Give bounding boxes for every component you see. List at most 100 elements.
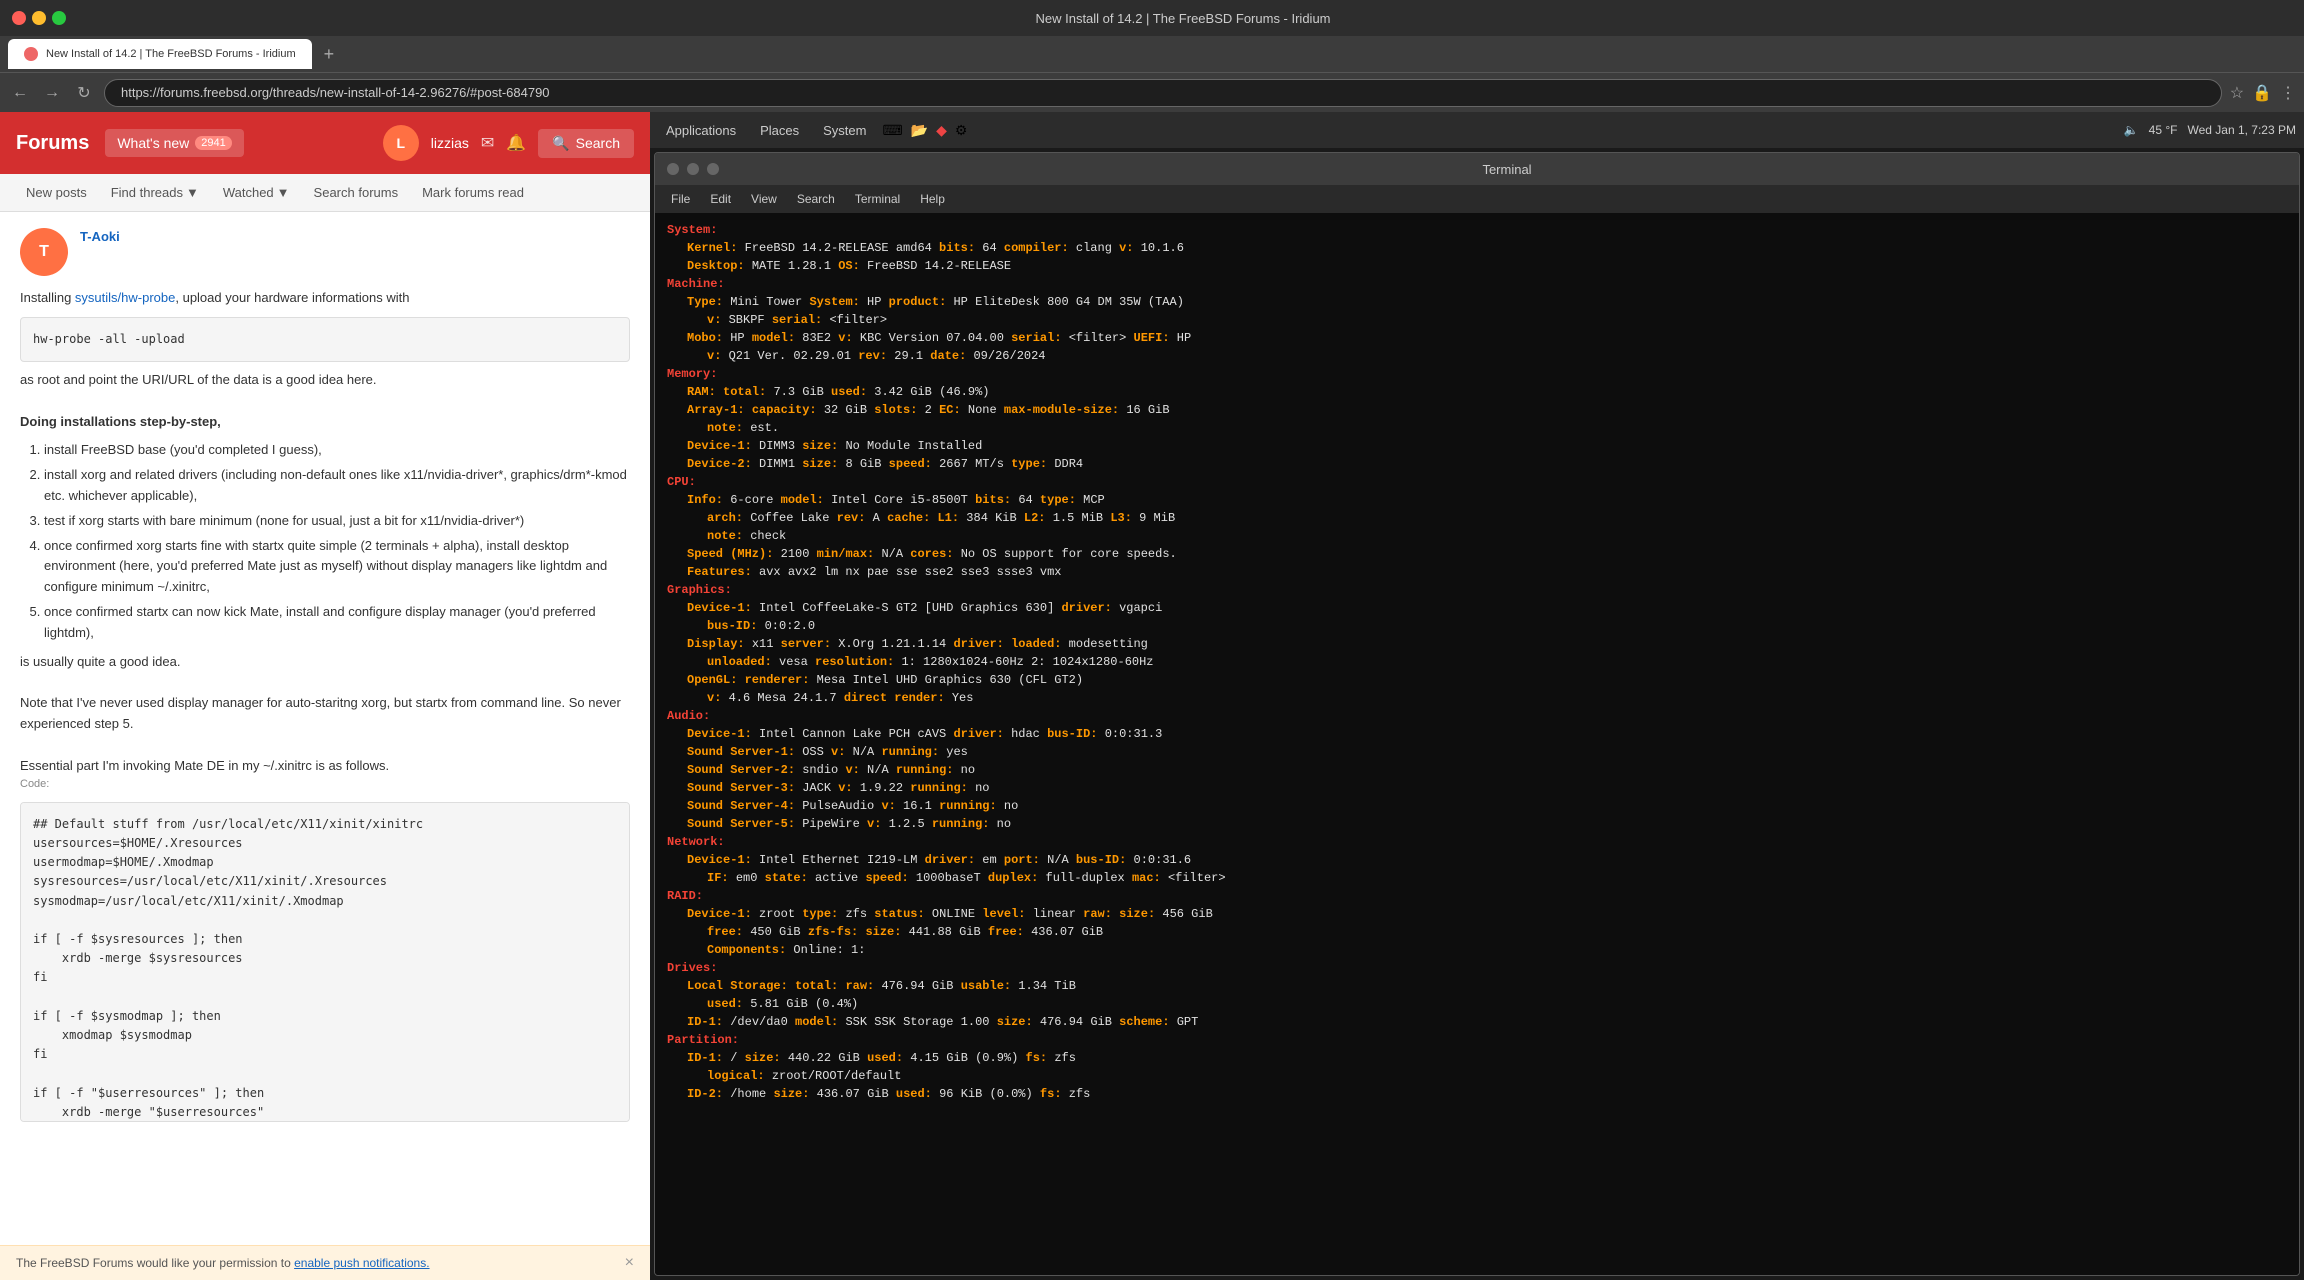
watched-label: Watched <box>223 185 274 200</box>
terminal-taskbar-icon[interactable]: ⌨ <box>882 122 902 139</box>
watched-chevron: ▼ <box>277 185 290 200</box>
address-input[interactable] <box>104 79 2222 107</box>
term-p2: ID-2: /home size: 436.07 GiB used: 96 Ki… <box>667 1085 2287 1103</box>
applications-menu[interactable]: Applications <box>658 119 744 142</box>
term-min-btn[interactable] <box>687 163 699 175</box>
maximize-window-button[interactable] <box>52 11 66 25</box>
tab-bar: New Install of 14.2 | The FreeBSD Forums… <box>0 36 2304 72</box>
term-cpu-info: Info: 6-core model: Intel Core i5-8500T … <box>667 491 2287 509</box>
terminal-window: Terminal File Edit View Search Terminal … <box>654 152 2300 1276</box>
code-label: Code: <box>20 776 630 794</box>
post-text-1: as root and point the URI/URL of the dat… <box>20 370 630 391</box>
term-adevice1: Device-1: Intel Cannon Lake PCH cAVS dri… <box>667 725 2287 743</box>
temperature-display: 45 °F <box>2149 123 2178 137</box>
search-forums-link[interactable]: Search forums <box>304 177 409 208</box>
term-cpu-speed: Speed (MHz): 2100 min/max: N/A cores: No… <box>667 545 2287 563</box>
shield-icon[interactable]: 🔒 <box>2252 83 2272 103</box>
step-1: install FreeBSD base (you'd completed I … <box>44 440 630 461</box>
hw-probe-link[interactable]: sysutils/hw-probe <box>75 290 175 305</box>
whats-new-label: What's new <box>117 135 189 151</box>
notification-close-button[interactable]: × <box>625 1254 634 1272</box>
code-content: ## Default stuff from /usr/local/etc/X11… <box>33 815 617 1122</box>
whats-new-badge: 2941 <box>195 136 231 150</box>
watched-dropdown[interactable]: Watched ▼ <box>213 177 300 208</box>
term-cpu-note: note: check <box>667 527 2287 545</box>
term-close-btn[interactable] <box>667 163 679 175</box>
term-serial-v: v: SBKPF serial: <filter> <box>667 311 2287 329</box>
term-menu-edit[interactable]: Edit <box>702 188 739 210</box>
code-block[interactable]: ## Default stuff from /usr/local/etc/X11… <box>20 802 630 1122</box>
forum-panel: Forums What's new 2941 L lizzias ✉ 🔔 🔍 S… <box>0 112 650 1280</box>
step-3: test if xorg starts with bare minimum (n… <box>44 511 630 532</box>
new-tab-button[interactable]: + <box>316 44 343 65</box>
term-opengl: OpenGL: renderer: Mesa Intel UHD Graphic… <box>667 671 2287 689</box>
post-username[interactable]: T-Aoki <box>80 229 120 244</box>
whats-new-button[interactable]: What's new 2941 <box>105 129 243 157</box>
term-sound3: Sound Server-3: JACK v: 1.9.22 running: … <box>667 779 2287 797</box>
post-para-1: is usually quite a good idea. <box>20 652 630 673</box>
term-sound5: Sound Server-5: PipeWire v: 1.2.5 runnin… <box>667 815 2287 833</box>
term-drives-label: Drives: <box>667 959 2287 977</box>
mark-forums-read-link[interactable]: Mark forums read <box>412 177 534 208</box>
term-graphics-label: Graphics: <box>667 581 2287 599</box>
user-avatar[interactable]: L <box>383 125 419 161</box>
post-author-name: T-Aoki <box>80 228 120 246</box>
forums-logo[interactable]: Forums <box>16 132 89 155</box>
post-heading-2: Doing installations step-by-step, <box>20 412 630 433</box>
term-opengl2: v: 4.6 Mesa 24.1.7 direct render: Yes <box>667 689 2287 707</box>
mail-icon[interactable]: ✉ <box>481 133 494 153</box>
term-memory-label: Memory: <box>667 365 2287 383</box>
term-network-label: Network: <box>667 833 2287 851</box>
refresh-button[interactable]: ↻ <box>72 81 96 105</box>
username-label[interactable]: lizzias <box>431 135 469 151</box>
new-posts-link[interactable]: New posts <box>16 177 97 208</box>
term-menu-file[interactable]: File <box>663 188 698 210</box>
find-threads-chevron: ▼ <box>186 185 199 200</box>
notification-bar: The FreeBSD Forums would like your permi… <box>0 1245 650 1280</box>
active-tab[interactable]: New Install of 14.2 | The FreeBSD Forums… <box>8 39 312 69</box>
term-menu-view[interactable]: View <box>743 188 785 210</box>
post-para-3: Essential part I'm invoking Mate DE in m… <box>20 756 630 777</box>
term-p1-logical: logical: zroot/ROOT/default <box>667 1067 2287 1085</box>
main-layout: Forums What's new 2941 L lizzias ✉ 🔔 🔍 S… <box>0 112 2304 1280</box>
term-menu-search[interactable]: Search <box>789 188 843 210</box>
settings-icon[interactable]: ⚙ <box>955 122 968 139</box>
bookmark-icon[interactable]: ☆ <box>2230 83 2244 103</box>
step-4: once confirmed xorg starts fine with sta… <box>44 536 630 598</box>
steps-list: install FreeBSD base (you'd completed I … <box>20 440 630 643</box>
term-menu-help[interactable]: Help <box>912 188 953 210</box>
term-cpu-features: Features: avx avx2 lm nx pae sse sse2 ss… <box>667 563 2287 581</box>
term-gdevice1: Device-1: Intel CoffeeLake-S GT2 [UHD Gr… <box>667 599 2287 617</box>
terminal-body[interactable]: System: Kernel: FreeBSD 14.2-RELEASE amd… <box>655 213 2299 1275</box>
bell-icon[interactable]: 🔔 <box>506 133 526 153</box>
notification-link[interactable]: enable push notifications. <box>294 1256 429 1270</box>
more-icon[interactable]: ⋮ <box>2280 83 2296 103</box>
places-menu[interactable]: Places <box>752 119 807 142</box>
term-ndevice1: Device-1: Intel Ethernet I219-LM driver:… <box>667 851 2287 869</box>
post-intro: Installing sysutils/hw-probe, upload you… <box>20 288 630 309</box>
taskbar-right: 🔈 45 °F Wed Jan 1, 7:23 PM <box>2124 123 2296 137</box>
find-threads-dropdown[interactable]: Find threads ▼ <box>101 177 209 208</box>
term-used: used: 5.81 GiB (0.4%) <box>667 995 2287 1013</box>
term-array1: Array-1: capacity: 32 GiB slots: 2 EC: N… <box>667 401 2287 419</box>
close-window-button[interactable] <box>12 11 26 25</box>
minimize-window-button[interactable] <box>32 11 46 25</box>
term-note: note: est. <box>667 419 2287 437</box>
volume-icon[interactable]: 🔈 <box>2124 123 2139 137</box>
search-button[interactable]: 🔍 Search <box>538 129 634 158</box>
taskbar-left: Applications Places System ⌨ 📂 ◆ ⚙ <box>658 119 967 142</box>
term-display: Display: x11 server: X.Org 1.21.1.14 dri… <box>667 635 2287 653</box>
title-bar: New Install of 14.2 | The FreeBSD Forums… <box>0 0 2304 36</box>
post-avatar[interactable]: T <box>20 228 68 276</box>
browser-taskbar-icon[interactable]: ◆ <box>936 122 947 139</box>
back-button[interactable]: ← <box>8 81 32 105</box>
term-local-storage: Local Storage: total: raw: 476.94 GiB us… <box>667 977 2287 995</box>
window-title: New Install of 14.2 | The FreeBSD Forums… <box>74 11 2292 26</box>
forward-button[interactable]: → <box>40 81 64 105</box>
step-2: install xorg and related drivers (includ… <box>44 465 630 507</box>
file-manager-icon[interactable]: 📂 <box>911 122 928 139</box>
system-menu[interactable]: System <box>815 119 874 142</box>
term-menu-terminal[interactable]: Terminal <box>847 188 908 210</box>
term-gbus: bus-ID: 0:0:2.0 <box>667 617 2287 635</box>
term-max-btn[interactable] <box>707 163 719 175</box>
